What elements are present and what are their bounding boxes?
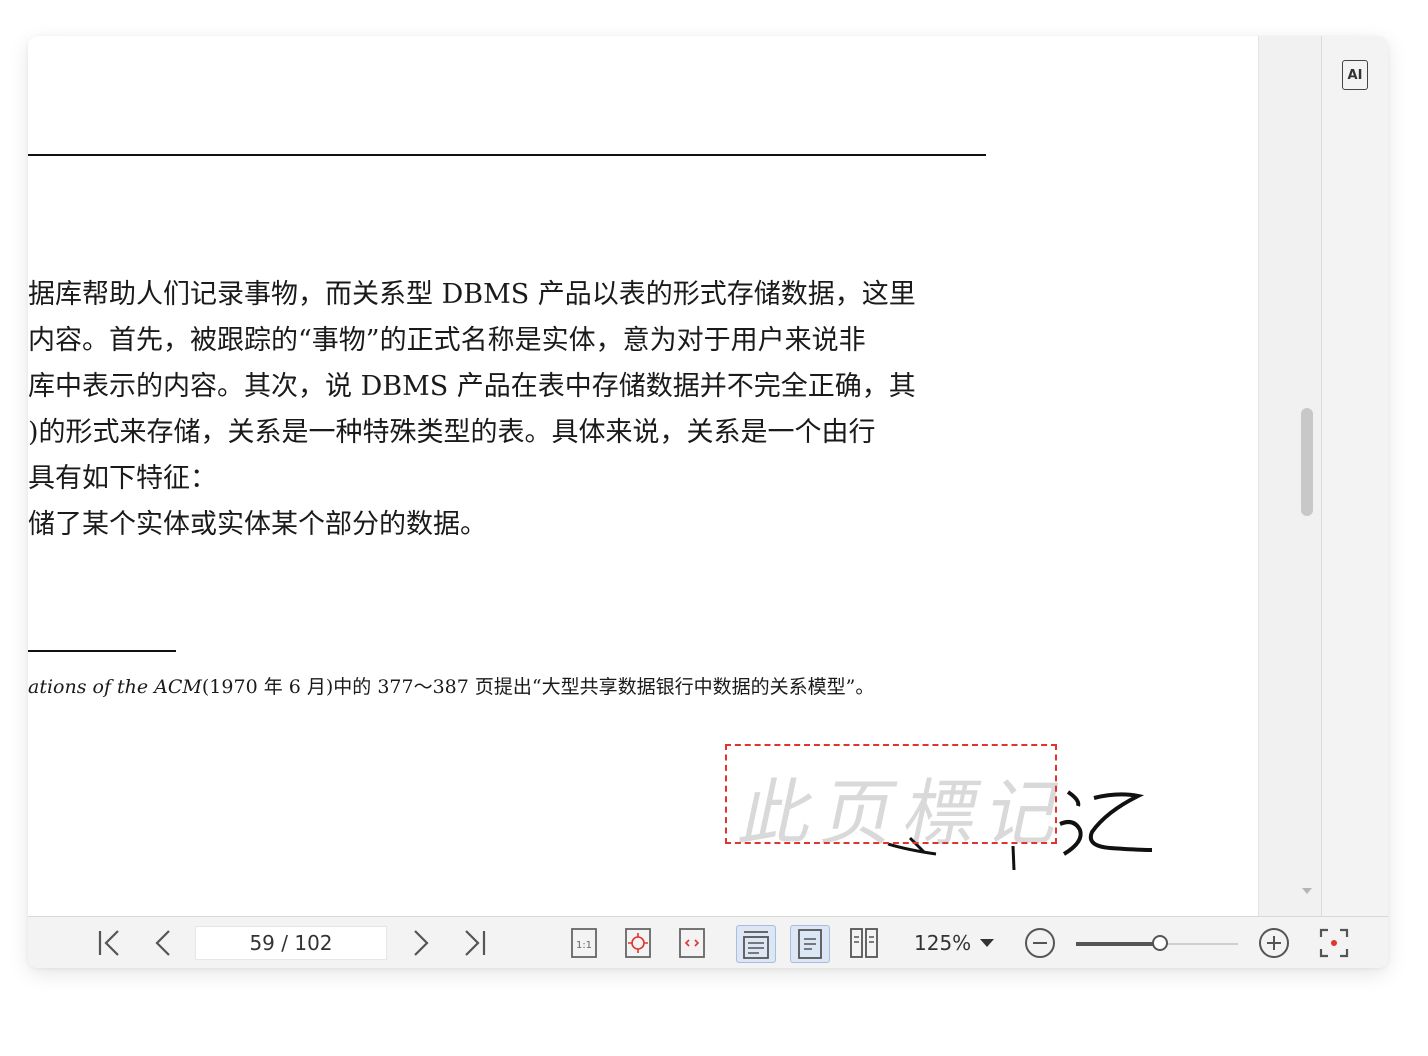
text-line: 据库帮助人们记录事物，而关系型 DBMS 产品以表的形式存储数据，这里 — [28, 279, 916, 310]
header-rule — [28, 154, 986, 156]
ai-icon-label: AI — [1347, 67, 1363, 83]
fit-width-button[interactable] — [674, 917, 710, 968]
next-page-button[interactable] — [404, 917, 438, 968]
fullscreen-button[interactable] — [1314, 917, 1354, 968]
text-line: 储了某个实体或实体某个部分的数据。 — [28, 509, 487, 540]
body-paragraph: 据库帮助人们记录事物，而关系型 DBMS 产品以表的形式存储数据，这里 内容。首… — [28, 272, 988, 548]
fit-page-button[interactable] — [620, 917, 656, 968]
last-page-icon — [465, 930, 486, 956]
continuous-scroll-icon — [743, 931, 769, 959]
scroll-down-arrow-icon[interactable] — [1302, 888, 1312, 894]
last-page-button[interactable] — [456, 917, 496, 968]
text-line: 库中表示的内容。其次，说 DBMS 产品在表中存储数据并不完全正确，其 — [28, 371, 916, 402]
zoom-level-dropdown[interactable]: 125% — [914, 917, 971, 968]
continuous-scroll-button[interactable] — [736, 925, 776, 963]
svg-text:1:1: 1:1 — [576, 940, 592, 951]
first-page-icon — [98, 930, 119, 956]
document-page: 据库帮助人们记录事物，而关系型 DBMS 产品以表的形式存储数据，这里 内容。首… — [28, 36, 1258, 916]
zoom-out-button[interactable] — [1020, 917, 1060, 968]
single-page-icon — [798, 929, 822, 959]
next-page-icon — [414, 930, 429, 956]
zoom-slider-handle[interactable] — [1152, 935, 1169, 951]
signature-selection-box[interactable] — [725, 744, 1057, 844]
vertical-scrollbar[interactable] — [1258, 36, 1322, 916]
fit-page-icon — [625, 928, 651, 958]
zoom-in-icon — [1259, 928, 1289, 958]
footnote-text: (1970 年 6 月)中的 377～387 页提出“大型共享数据银行中数据的关… — [201, 676, 875, 698]
page-number-input[interactable]: 59 / 102 — [195, 926, 387, 960]
single-page-button[interactable] — [790, 925, 830, 963]
chevron-down-icon[interactable] — [980, 939, 994, 947]
pdf-viewer-window: 据库帮助人们记录事物，而关系型 DBMS 产品以表的形式存储数据，这里 内容。首… — [28, 36, 1388, 968]
scrollbar-thumb[interactable] — [1301, 408, 1313, 516]
right-side-panel: AI — [1321, 36, 1388, 916]
actual-size-icon: 1:1 — [571, 928, 597, 958]
first-page-button[interactable] — [88, 917, 128, 968]
text-line: )的形式来存储，关系是一种特殊类型的表。具体来说，关系是一个由行 — [28, 417, 876, 448]
prev-page-icon — [155, 930, 170, 956]
fit-width-icon — [679, 928, 705, 958]
prev-page-button[interactable] — [146, 917, 180, 968]
footnote-journal: ations of the ACM — [28, 676, 202, 698]
fullscreen-icon — [1319, 928, 1349, 958]
two-page-icon — [850, 928, 878, 958]
two-page-button[interactable] — [844, 917, 884, 968]
footnote: ations of the ACM(1970 年 6 月)中的 377～387 … — [28, 672, 874, 699]
bottom-toolbar: 59 / 102 1:1 125% — [28, 916, 1388, 968]
zoom-slider-fill — [1076, 942, 1161, 946]
footnote-rule — [28, 650, 176, 652]
zoom-out-icon — [1025, 928, 1055, 958]
text-line: 具有如下特征： — [28, 463, 217, 494]
zoom-in-button[interactable] — [1254, 917, 1294, 968]
actual-size-button[interactable]: 1:1 — [566, 917, 602, 968]
zoom-slider[interactable] — [1076, 935, 1238, 951]
ai-icon[interactable]: AI — [1342, 60, 1368, 90]
text-line: 内容。首先，被跟踪的“事物”的正式名称是实体，意为对于用户来说非 — [28, 325, 866, 356]
